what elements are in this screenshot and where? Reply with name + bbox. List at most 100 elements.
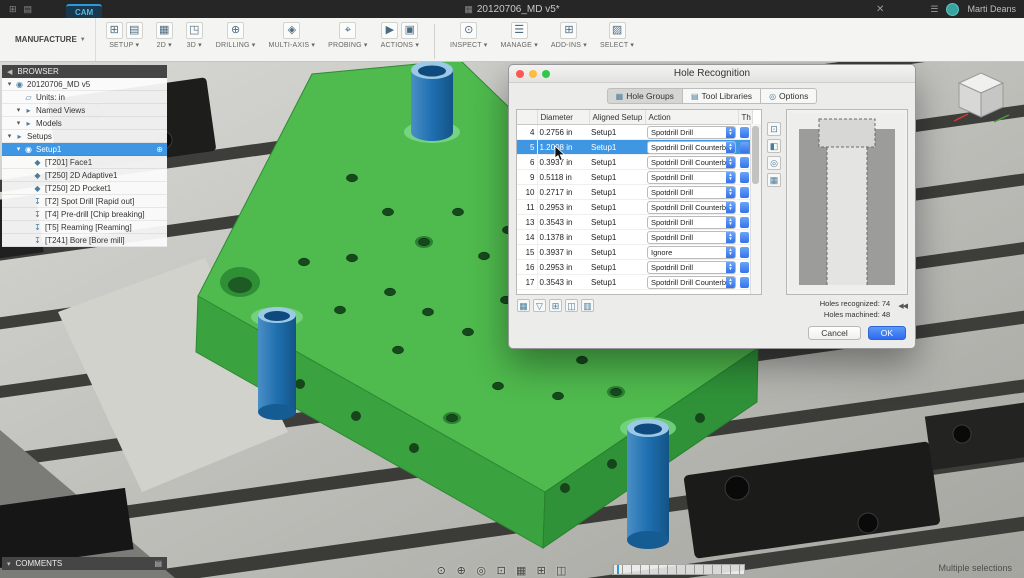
orbit-icon[interactable]: ⊙	[434, 564, 449, 577]
cam-timeline[interactable]	[612, 564, 745, 575]
expand-toggle[interactable]: ▾	[5, 80, 14, 88]
close-document-icon[interactable]: ✕	[876, 4, 884, 15]
column-header[interactable]: Th	[738, 110, 752, 125]
job-status-icon[interactable]: ☰	[930, 4, 938, 15]
window-menu-icon[interactable]: ⊞	[9, 4, 17, 15]
column-header[interactable]: Aligned Setup	[589, 110, 645, 125]
action-dropdown[interactable]: Spotdrill Drill Counterbore▲▼	[647, 156, 736, 169]
dialog-tab-hole-groups[interactable]: ▦Hole Groups	[607, 88, 683, 104]
browser-item--t250-2d-pocket1[interactable]: ◆[T250] 2D Pocket1	[2, 182, 167, 195]
setup-icon[interactable]: ⊞	[106, 22, 123, 39]
hole-row-6[interactable]: 60.3937 inSetup1Spotdrill Drill Counterb…	[517, 155, 752, 170]
browser-item--t4-pre-drill-chip-breaking-[interactable]: ↧[T4] Pre-drill [Chip breaking]	[2, 208, 167, 221]
browser-item-models[interactable]: ▾▸Models	[2, 117, 167, 130]
manage-icon[interactable]: ☰	[511, 22, 528, 39]
toolbar-group-3d[interactable]: ◳3D ▾	[186, 22, 203, 49]
browser-item-named-views[interactable]: ▾▸Named Views	[2, 104, 167, 117]
action-dropdown[interactable]: Spotdrill Drill▲▼	[647, 171, 736, 184]
expand-toggle[interactable]: ▾	[14, 119, 23, 127]
toolbar-group-probing[interactable]: ⌖PROBING ▾	[328, 22, 368, 49]
toolbar-group-inspect[interactable]: ⊙INSPECT ▾	[450, 22, 487, 49]
expand-toggle[interactable]: ▾	[14, 106, 23, 114]
comment-bubble-icon[interactable]: ▤	[154, 559, 162, 568]
dialog-tab-tool-libraries[interactable]: ▤Tool Libraries	[682, 88, 761, 104]
browser-item--t5-reaming-reaming-[interactable]: ↧[T5] Reaming [Reaming]	[2, 221, 167, 234]
action-dropdown[interactable]: Spotdrill Drill▲▼	[647, 261, 736, 274]
pan-icon[interactable]: ⊕	[454, 564, 469, 577]
hole-row-5[interactable]: 51.2008 inSetup1Spotdrill Drill Counterb…	[517, 140, 752, 155]
toolbar-group-add-ins[interactable]: ⊞ADD-INS ▾	[551, 22, 587, 49]
browser-item--t201-face1[interactable]: ◆[T201] Face1	[2, 156, 167, 169]
avatar[interactable]	[946, 3, 959, 16]
expand-toggle[interactable]: ▾	[5, 132, 14, 140]
thread-dropdown-sliver[interactable]	[740, 262, 749, 273]
zoom-icon[interactable]: ◎	[767, 156, 781, 170]
toolbar-group-select[interactable]: ▨SELECT ▾	[600, 22, 634, 49]
thread-dropdown-sliver[interactable]	[740, 127, 749, 138]
thread-dropdown-sliver[interactable]	[740, 172, 749, 183]
split-icon[interactable]: ◫	[565, 299, 578, 312]
hole-row-10[interactable]: 100.2717 inSetup1Spotdrill Drill▲▼	[517, 185, 752, 200]
browser-item--t250-2d-adaptive1[interactable]: ◆[T250] 2D Adaptive1	[2, 169, 167, 182]
thread-dropdown-sliver[interactable]	[740, 187, 749, 198]
view-cube[interactable]	[946, 67, 1016, 129]
action-dropdown[interactable]: Spotdrill Drill Counterbore▲▼	[647, 276, 736, 289]
filter-edit-icon[interactable]: ▽	[533, 299, 546, 312]
selected-hole-cylinder-bottom[interactable]	[620, 417, 676, 549]
browser-item--t241-bore-bore-mill-[interactable]: ↧[T241] Bore [Bore mill]	[2, 234, 167, 247]
display-icon[interactable]: ▦	[767, 173, 781, 187]
window-layout-icon[interactable]: ▤	[24, 4, 33, 15]
table-scrollbar[interactable]	[750, 124, 761, 294]
thread-dropdown-sliver[interactable]	[740, 232, 749, 243]
collapse-browser-icon[interactable]: ◀	[7, 68, 12, 76]
toolbar-group-drilling[interactable]: ⊕DRILLING ▾	[216, 22, 256, 49]
browser-item--t2-spot-drill-rapid-out-[interactable]: ↧[T2] Spot Drill [Rapid out]	[2, 195, 167, 208]
grid-settings-icon[interactable]: ⊞	[534, 564, 549, 577]
toolbar-group-setup[interactable]: ⊞▤SETUP ▾	[106, 22, 143, 49]
browser-item-setup1[interactable]: ▾◉Setup1⊕	[2, 143, 167, 156]
selected-hole-cylinder-left[interactable]	[251, 307, 303, 420]
toolbar-group-actions[interactable]: ▶▣ACTIONS ▾	[381, 22, 419, 49]
action-dropdown[interactable]: Spotdrill Drill▲▼	[647, 216, 736, 229]
merge-icon[interactable]: ⊞	[549, 299, 562, 312]
post-process-icon[interactable]: ▣	[401, 22, 418, 39]
action-dropdown[interactable]: Ignore▲▼	[647, 246, 736, 259]
select-icon[interactable]: ▨	[609, 22, 626, 39]
viewports-icon[interactable]: ◫	[554, 564, 569, 577]
thread-dropdown-sliver[interactable]	[740, 142, 749, 153]
toolbar-group-manage[interactable]: ☰MANAGE ▾	[501, 22, 538, 49]
tab-cam[interactable]: CAM	[66, 4, 102, 18]
simulate-icon[interactable]: ▶	[381, 22, 398, 39]
hole-table[interactable]: DiameterAligned SetupActionTh 40.2756 in…	[516, 109, 762, 295]
toolbar-group-multi-axis[interactable]: ◈MULTI-AXIS ▾	[268, 22, 315, 49]
thread-dropdown-sliver[interactable]	[740, 157, 749, 168]
dialog-tab-options[interactable]: ◎Options	[760, 88, 817, 104]
column-header[interactable]	[517, 110, 537, 125]
thread-dropdown-sliver[interactable]	[740, 217, 749, 228]
browser-item-setups[interactable]: ▾▸Setups	[2, 130, 167, 143]
thread-dropdown-sliver[interactable]	[740, 277, 749, 288]
hole-row-16[interactable]: 160.2953 inSetup1Spotdrill Drill▲▼	[517, 260, 752, 275]
ok-button[interactable]: OK	[868, 326, 906, 340]
hole-row-14[interactable]: 140.1378 inSetup1Spotdrill Drill▲▼	[517, 230, 752, 245]
browser-item-units-in[interactable]: ▱Units: in	[2, 91, 167, 104]
selected-hole-cylinder-top[interactable]	[404, 62, 460, 143]
hole-row-13[interactable]: 130.3543 inSetup1Spotdrill Drill▲▼	[517, 215, 752, 230]
hole-row-11[interactable]: 110.2953 inSetup1Spotdrill Drill Counter…	[517, 200, 752, 215]
fit-view-icon[interactable]: ⊡	[767, 122, 781, 136]
browser-header[interactable]: ◀ BROWSER	[2, 65, 167, 78]
toolbar-group-2d[interactable]: ▦2D ▾	[156, 22, 173, 49]
stock-icon[interactable]: ▤	[126, 22, 143, 39]
cancel-button[interactable]: Cancel	[808, 326, 860, 340]
zoom-dialog-icon[interactable]	[542, 70, 550, 78]
milling-3d-icon[interactable]: ◳	[186, 22, 203, 39]
close-dialog-icon[interactable]	[516, 70, 524, 78]
column-header[interactable]: Diameter	[537, 110, 589, 125]
collapse-stats-icon[interactable]: ◀◀	[898, 302, 907, 310]
minimize-dialog-icon[interactable]	[529, 70, 537, 78]
zoom-icon[interactable]: ◎	[474, 564, 489, 577]
select-holes-icon[interactable]: ▦	[517, 299, 530, 312]
statistics-icon[interactable]: ▥	[581, 299, 594, 312]
hole-row-15[interactable]: 150.3937 inSetup1Ignore▲▼	[517, 245, 752, 260]
display-settings-icon[interactable]: ▦	[514, 564, 529, 577]
